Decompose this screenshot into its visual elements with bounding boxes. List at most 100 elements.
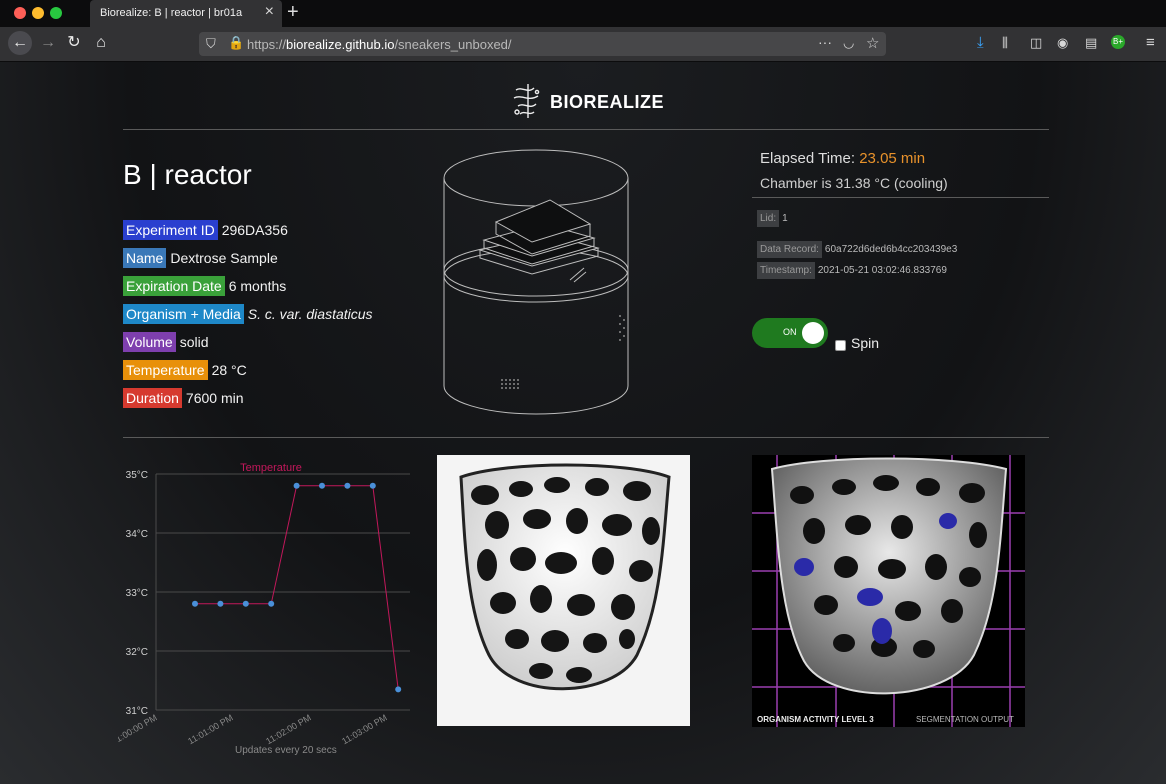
timestamp-info: Timestamp: 2021-05-21 03:02:46.833769 [757,262,947,279]
account-icon[interactable]: ◉ [1057,35,1068,51]
field-value: 6 months [228,278,287,294]
close-window-button[interactable] [14,7,26,19]
field-value: solid [179,334,209,350]
menu-hamburger-icon[interactable]: ≡ [1146,34,1155,51]
divider [123,437,1049,438]
biorealize-logo-icon [513,84,540,118]
temperature-chart: 31°C 32°C 33°C 34°C 35°C Temperature 11:00:00 … [118,462,410,746]
lid-info: Lid: 1 [757,210,788,227]
field-label: Temperature [123,360,208,380]
nav-bar: ← → ↻ ⌂ ⛉ 🔒 https://biorealize.github.io… [0,27,1166,62]
page-actions-ellipsis-icon[interactable]: ··· [818,34,832,50]
data-point [217,600,224,607]
y-tick-label: 34°C [126,529,148,540]
zoom-window-button[interactable] [50,7,62,19]
pocket-icon[interactable]: ◡ [843,35,854,51]
address-bar[interactable]: ⛉ 🔒 https://biorealize.github.io/sneaker… [199,32,886,56]
divider [123,129,1049,130]
data-point [242,600,249,607]
close-icon[interactable]: × [265,3,274,21]
data-point [395,686,402,693]
data-point [369,482,376,489]
timestamp-label: Timestamp: [757,262,815,279]
field-temperature: Temperature 28 °C [123,360,247,380]
data-point [344,482,351,489]
reactor-wireframe-illustration [443,149,629,415]
lock-icon: 🔒 [228,35,245,50]
y-tick-label: 32°C [126,647,148,658]
data-point [192,600,198,607]
field-organism-media: Organism + Media S. c. var. diastaticus [123,304,373,324]
download-icon[interactable]: ⤓ [977,34,984,51]
bookmark-star-icon[interactable]: ☆ [866,34,879,52]
spin-checkbox[interactable] [835,340,846,351]
tab-bar: Biorealize: B | reactor | br01a × + [0,0,1166,27]
library-icon[interactable]: ⫼ [1002,35,1008,51]
divider [752,197,1049,198]
x-tick-label: 11:02:00 PM [264,712,313,746]
chart-title: Temperature [240,462,302,474]
lid-value: 1 [782,213,788,224]
field-label: Duration [123,388,182,408]
field-value: S. c. var. diastaticus [247,306,373,322]
data-record-info: Data Record: 60a722d6ded6b4cc203439e3 [757,241,957,258]
field-experiment-id: Experiment ID 296DA356 [123,220,288,240]
data-point [319,482,325,489]
x-tick-label: 11:01:00 PM [186,712,235,746]
reader-icon[interactable]: ▤ [1085,35,1097,51]
elapsed-time: Elapsed Time: 23.05 min [760,150,925,167]
elapsed-label: Elapsed Time: [760,150,856,167]
toggle-knob[interactable] [802,322,824,344]
activity-level-label: ORGANISM ACTIVITY LEVEL 3 [757,715,874,724]
new-tab-plus-icon[interactable]: + [287,1,299,24]
elapsed-value: 23.05 min [859,150,926,167]
field-label: Volume [123,332,176,352]
field-value: 296DA356 [221,222,288,238]
record-value: 60a722d6ded6b4cc203439e3 [824,244,958,255]
field-value: 28 °C [211,362,247,378]
page-content: BIOREALIZE B | reactor Experiment ID 296D… [0,62,1166,784]
field-label: Experiment ID [123,220,218,240]
field-value: Dextrose Sample [170,250,278,266]
url-text: https://biorealize.github.io/sneakers_un… [247,37,512,52]
segmentation-output-label: SEGMENTATION OUTPUT [916,715,1014,724]
field-volume: Volume solid [123,332,209,352]
y-tick-label: 35°C [126,470,148,481]
sneaker-render-image [437,455,690,726]
forward-arrow-icon[interactable]: → [37,33,59,53]
logo: BIOREALIZE [510,82,664,122]
back-arrow-icon[interactable]: ← [8,31,32,55]
record-label: Data Record: [757,241,822,258]
x-tick-label: 11:00:00 PM [118,712,159,746]
lid-label: Lid: [757,210,780,227]
series-line [195,485,399,690]
tab-title: Biorealize: B | reactor | br01a [100,7,243,19]
x-tick-label: 11:03:00 PM [340,712,389,746]
home-icon[interactable]: ⌂ [90,33,112,53]
sidebar-icon[interactable]: ◫ [1030,35,1042,51]
field-duration: Duration 7600 min [123,388,244,408]
data-point [293,482,300,489]
segmentation-output-image: ORGANISM ACTIVITY LEVEL 3 SEGMENTATION O… [752,455,1025,727]
field-label: Name [123,248,167,268]
timestamp-value: 2021-05-21 03:02:46.833769 [817,265,947,276]
power-toggle[interactable]: ON [752,318,828,348]
field-name: Name Dextrose Sample [123,248,278,268]
page-title: B | reactor [123,159,252,190]
field-value: 7600 min [185,390,244,406]
field-expiration-date: Expiration Date 6 months [123,276,286,296]
brand-name: BIOREALIZE [550,92,665,112]
field-label: Organism + Media [123,304,244,324]
extension-badge-icon[interactable]: B+ [1111,35,1125,49]
reload-icon[interactable]: ↻ [63,33,85,53]
data-point [268,600,275,607]
tab-active[interactable]: Biorealize: B | reactor | br01a × [90,0,282,27]
y-tick-label: 33°C [126,588,148,599]
field-label: Expiration Date [123,276,225,296]
shield-icon[interactable]: ⛉ [206,36,216,52]
minimize-window-button[interactable] [32,7,44,19]
toggle-label: ON [783,327,797,337]
chart-footnote: Updates every 20 secs [235,745,337,756]
chamber-status: Chamber is 31.38 °C (cooling) [760,175,948,191]
spin-label: Spin [851,335,880,351]
